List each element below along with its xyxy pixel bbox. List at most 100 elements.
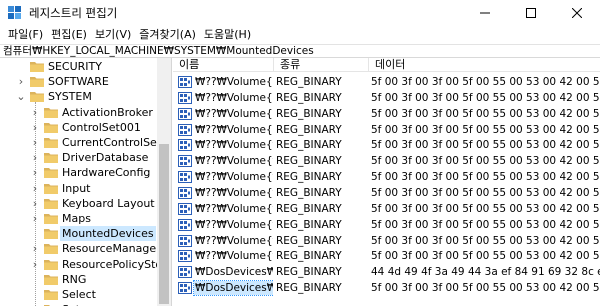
maximize-button[interactable]	[508, 0, 554, 25]
value-data: 5f 00 3f 00 3f 00 5f 00 55 00 53 00 42 0…	[371, 76, 600, 88]
address-bar[interactable]: 컴퓨터₩HKEY_LOCAL_MACHINE₩SYSTEM₩MountedDev…	[0, 44, 600, 58]
folder-icon	[44, 122, 58, 133]
column-header-data[interactable]: 데이터	[369, 58, 600, 72]
value-row[interactable]: ₩DosDevices₩C:REG_BINARY 44 4d 49 4f 3a 4…	[173, 264, 600, 280]
value-name-cell: ₩??₩Volume{ec...	[178, 122, 273, 138]
tree-item[interactable]: › Input	[0, 181, 157, 196]
binary-value-icon	[178, 202, 192, 215]
value-row[interactable]: ₩DosDevices₩D:REG_BINARY 5f 00 3f 00 3f 0…	[173, 280, 600, 297]
menu-help[interactable]: 도움말(H)	[200, 25, 255, 44]
tree-item[interactable]: Select	[0, 287, 157, 302]
tree-item[interactable]: RNG	[0, 272, 157, 287]
folder-icon	[30, 62, 44, 72]
binary-value-icon	[178, 250, 192, 263]
tree-item[interactable]: › Setup	[0, 302, 157, 306]
value-row[interactable]: ₩??₩Volume{f0...REG_BINARY 5f 00 3f 00 3f…	[173, 137, 600, 153]
key-tree: SECURITY › SOFTWARE ⌄ SYSTEM › ActivationBroke…	[0, 58, 172, 306]
value-row[interactable]: ₩??₩Volume{ea...REG_BINARY 5f 00 3f 00 3f…	[173, 90, 600, 106]
tree-item[interactable]: › HardwareConfig	[0, 165, 157, 180]
minimize-button[interactable]	[462, 0, 508, 25]
tree-item[interactable]: › CurrentControlSet	[0, 135, 161, 150]
tree-item[interactable]: ⌄ SYSTEM	[0, 89, 157, 104]
tree-scrollbar[interactable]	[157, 58, 171, 306]
address-path[interactable]: 컴퓨터₩HKEY_LOCAL_MACHINE₩SYSTEM₩MountedDev…	[3, 45, 314, 58]
value-row[interactable]: ₩??₩Volume{f3...REG_BINARY 5f 00 3f 00 3f…	[173, 169, 600, 185]
tree-item-label: ResourceManager	[62, 242, 161, 256]
tree-item[interactable]: › SOFTWARE	[0, 74, 157, 89]
tree-item-label: Maps	[62, 212, 91, 225]
expand-chevron-icon[interactable]: ›	[30, 150, 40, 165]
value-name-cell: ₩DosDevices₩C:	[178, 264, 273, 280]
folder-icon	[44, 244, 58, 255]
expand-chevron-icon[interactable]: ›	[30, 302, 40, 306]
menu-view[interactable]: 보기(V)	[91, 25, 135, 44]
tree-item-label: MountedDevices	[60, 226, 156, 242]
value-type: REG_BINARY	[276, 186, 342, 199]
value-row[interactable]: ₩??₩Volume{fdf...REG_BINARY 5f 00 3f 00 3…	[173, 248, 600, 264]
expand-chevron-icon[interactable]: ›	[30, 135, 40, 150]
menu-edit[interactable]: 편집(E)	[47, 25, 91, 44]
value-row[interactable]: ₩??₩Volume{fc1...REG_BINARY 5f 00 3f 00 3…	[173, 233, 600, 249]
binary-value-icon	[178, 266, 192, 279]
expand-chevron-icon[interactable]	[16, 59, 26, 74]
expand-chevron-icon[interactable]: ›	[30, 211, 40, 226]
value-name: ₩??₩Volume{e6...	[195, 76, 273, 88]
binary-value-icon	[178, 186, 192, 199]
value-name-cell: ₩??₩Volume{f3...	[178, 169, 273, 185]
expand-chevron-icon[interactable]	[30, 226, 40, 241]
expand-chevron-icon[interactable]: ›	[30, 105, 40, 120]
binary-value-icon	[178, 218, 192, 231]
expand-chevron-icon[interactable]: ›	[30, 165, 40, 180]
value-data: 5f 00 3f 00 3f 00 5f 00 55 00 53 00 42 0…	[371, 250, 600, 263]
folder-icon	[30, 77, 44, 88]
binary-value-icon	[178, 139, 192, 152]
menu-favorites[interactable]: 즐겨찾기(A)	[135, 25, 200, 44]
expand-chevron-icon[interactable]: ›	[30, 241, 40, 256]
tree-item[interactable]: › ControlSet001	[0, 120, 157, 135]
value-row[interactable]: ₩??₩Volume{ec...REG_BINARY 5f 00 3f 00 3f…	[173, 122, 600, 138]
tree-item[interactable]: › ResourceManager	[0, 241, 161, 256]
tree-item[interactable]: MountedDevices	[0, 226, 157, 242]
expand-chevron-icon[interactable]: ›	[30, 257, 40, 272]
value-row[interactable]: ₩??₩Volume{f8...REG_BINARY 5f 00 3f 00 3f…	[173, 201, 600, 217]
value-row[interactable]: ₩??₩Volume{e6...REG_BINARY 5f 00 3f 00 3f…	[173, 74, 600, 90]
close-button[interactable]	[554, 0, 600, 25]
title-bar: 레지스트리 편집기	[0, 0, 600, 25]
value-type: REG_BINARY	[276, 282, 342, 295]
value-row[interactable]: ₩??₩Volume{f1...REG_BINARY 5f 00 3f 00 3f…	[173, 153, 600, 169]
value-row[interactable]: ₩??₩Volume{f8...REG_BINARY 5f 00 3f 00 3f…	[173, 185, 600, 201]
value-data: 5f 00 3f 00 3f 00 5f 00 55 00 53 00 42 0…	[371, 123, 600, 136]
tree-item[interactable]: › Keyboard Layout	[0, 196, 157, 211]
value-name-cell: ₩??₩Volume{f8...	[178, 185, 273, 201]
value-name: ₩??₩Volume{f1...	[195, 155, 273, 168]
value-type: REG_BINARY	[276, 171, 342, 184]
tree-item-label: HardwareConfig	[62, 166, 151, 180]
tree-item-label: ActivationBroker	[62, 105, 153, 119]
collapse-chevron-icon[interactable]: ⌄	[16, 89, 26, 104]
tree-item-label: SYSTEM	[48, 90, 92, 104]
tree-item[interactable]: › ResourcePolicyStore	[0, 257, 171, 272]
expand-chevron-icon[interactable]: ›	[30, 120, 40, 135]
folder-icon	[44, 138, 58, 148]
column-header-name[interactable]: 이름	[173, 58, 274, 72]
value-row[interactable]: ₩??₩Volume{ea...REG_BINARY 5f 00 3f 00 3f…	[173, 106, 600, 122]
tree-item[interactable]: SECURITY	[0, 59, 157, 74]
value-type: REG_BINARY	[276, 139, 342, 152]
value-name: ₩??₩Volume{f8...	[195, 186, 273, 199]
folder-icon	[44, 153, 58, 164]
menu-file[interactable]: 파일(F)	[4, 25, 47, 44]
expand-chevron-icon[interactable]	[30, 287, 40, 302]
expand-chevron-icon[interactable]: ›	[16, 74, 26, 89]
maximize-icon	[526, 7, 536, 18]
tree-item[interactable]: › ActivationBroker	[0, 105, 157, 120]
tree-item[interactable]: › DriverDatabase	[0, 150, 157, 165]
expand-chevron-icon[interactable]: ›	[30, 196, 40, 211]
tree-item-label: ResourcePolicyStore	[62, 257, 172, 271]
expand-chevron-icon[interactable]	[30, 272, 40, 287]
tree-item[interactable]: › Maps	[0, 211, 157, 226]
value-name-cell: ₩??₩Volume{f8...	[178, 217, 273, 233]
tree-scroll-thumb[interactable]	[159, 144, 169, 304]
column-header-type[interactable]: 종류	[274, 58, 369, 72]
value-row[interactable]: ₩??₩Volume{f8...REG_BINARY 5f 00 3f 00 3f…	[173, 217, 600, 233]
expand-chevron-icon[interactable]: ›	[30, 181, 40, 196]
